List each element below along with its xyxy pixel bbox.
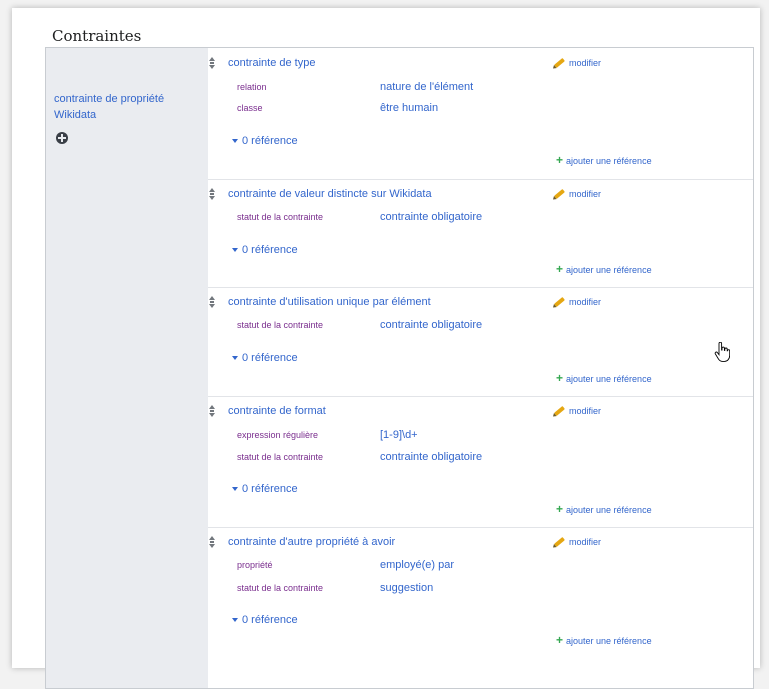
- statement-value[interactable]: contrainte d'utilisation unique par élém…: [228, 296, 431, 308]
- statement-group-property: contrainte de propriété Wikidata: [46, 48, 208, 688]
- plus-icon: +: [556, 633, 564, 647]
- references-toggle[interactable]: 0 référence: [232, 614, 298, 626]
- add-reference-button[interactable]: + ajouter une référence: [556, 633, 652, 647]
- references-toggle[interactable]: 0 référence: [232, 244, 298, 256]
- qualifier-value[interactable]: contrainte obligatoire: [380, 319, 482, 331]
- statement-value[interactable]: contrainte de type: [228, 57, 315, 69]
- qualifier-property[interactable]: expression régulière: [237, 430, 318, 440]
- add-reference-label: ajouter une référence: [566, 636, 652, 646]
- add-reference-button[interactable]: + ajouter une référence: [556, 371, 652, 385]
- pencil-icon: [554, 405, 565, 417]
- property-link[interactable]: contrainte de propriété Wikidata: [54, 91, 194, 123]
- qualifier-property[interactable]: classe: [237, 103, 263, 113]
- rank-selector-icon[interactable]: [209, 188, 215, 200]
- qualifier-property[interactable]: relation: [237, 82, 267, 92]
- qualifier-value[interactable]: nature de l'élément: [380, 81, 473, 93]
- references-label: 0 référence: [242, 244, 298, 256]
- qualifier-value[interactable]: [1-9]\d+: [380, 429, 418, 441]
- plus-icon: +: [556, 502, 564, 516]
- add-reference-label: ajouter une référence: [566, 505, 652, 515]
- statement-value[interactable]: contrainte de format: [228, 405, 326, 417]
- hand-cursor-icon: [714, 342, 730, 362]
- section-title: Contraintes: [52, 27, 142, 45]
- qualifier-value[interactable]: être humain: [380, 102, 438, 114]
- edit-button[interactable]: modifier: [554, 405, 602, 417]
- plus-icon: +: [556, 153, 564, 167]
- edit-label: modifier: [569, 406, 602, 416]
- globe-icon[interactable]: [56, 132, 68, 144]
- edit-button[interactable]: modifier: [554, 188, 602, 200]
- pencil-icon: [554, 188, 565, 200]
- edit-button[interactable]: modifier: [554, 296, 602, 308]
- references-toggle[interactable]: 0 référence: [232, 352, 298, 364]
- edit-label: modifier: [569, 297, 602, 307]
- qualifier-property[interactable]: statut de la contrainte: [237, 583, 323, 593]
- references-toggle[interactable]: 0 référence: [232, 483, 298, 495]
- statement-group: contrainte de propriété Wikidata contrai…: [45, 47, 754, 689]
- pencil-icon: [554, 296, 565, 308]
- statement: contrainte d'utilisation unique par élém…: [208, 287, 753, 397]
- statement: contrainte de valeur distincte sur Wikid…: [208, 179, 753, 288]
- statement-value[interactable]: contrainte de valeur distincte sur Wikid…: [228, 188, 432, 200]
- plus-icon: +: [556, 262, 564, 276]
- references-label: 0 référence: [242, 483, 298, 495]
- qualifier-value[interactable]: suggestion: [380, 582, 433, 594]
- add-reference-label: ajouter une référence: [566, 374, 652, 384]
- pencil-icon: [554, 536, 565, 548]
- rank-selector-icon[interactable]: [209, 296, 215, 308]
- page: Contraintes contrainte de propriété Wiki…: [12, 8, 760, 689]
- add-reference-button[interactable]: + ajouter une référence: [556, 262, 652, 276]
- edit-label: modifier: [569, 58, 602, 68]
- add-reference-button[interactable]: + ajouter une référence: [556, 502, 652, 516]
- rank-selector-icon[interactable]: [209, 405, 215, 417]
- caret-down-icon: [232, 356, 238, 361]
- caret-down-icon: [232, 139, 238, 144]
- caret-down-icon: [232, 248, 238, 253]
- qualifier-value[interactable]: contrainte obligatoire: [380, 211, 482, 223]
- references-toggle[interactable]: 0 référence: [232, 135, 298, 147]
- references-label: 0 référence: [242, 135, 298, 147]
- qualifier-property[interactable]: statut de la contrainte: [237, 212, 323, 222]
- references-label: 0 référence: [242, 614, 298, 626]
- qualifier-property[interactable]: statut de la contrainte: [237, 320, 323, 330]
- qualifier-property[interactable]: propriété: [237, 560, 273, 570]
- qualifier-value[interactable]: employé(e) par: [380, 559, 454, 571]
- add-reference-label: ajouter une référence: [566, 156, 652, 166]
- add-reference-label: ajouter une référence: [566, 265, 652, 275]
- plus-icon: +: [556, 371, 564, 385]
- rank-selector-icon[interactable]: [209, 536, 215, 548]
- qualifier-value[interactable]: contrainte obligatoire: [380, 451, 482, 463]
- references-label: 0 référence: [242, 352, 298, 364]
- statement-value[interactable]: contrainte d'autre propriété à avoir: [228, 536, 395, 548]
- edit-button[interactable]: modifier: [554, 57, 602, 69]
- rank-selector-icon[interactable]: [209, 57, 215, 69]
- edit-button[interactable]: modifier: [554, 536, 602, 548]
- caret-down-icon: [232, 618, 238, 623]
- add-reference-button[interactable]: + ajouter une référence: [556, 153, 652, 167]
- pencil-icon: [554, 57, 565, 69]
- edit-label: modifier: [569, 189, 602, 199]
- statement: contrainte d'autre propriété à avoir mod…: [208, 527, 753, 658]
- qualifier-property[interactable]: statut de la contrainte: [237, 452, 323, 462]
- statement: contrainte de format modifier expression…: [208, 396, 753, 528]
- caret-down-icon: [232, 487, 238, 492]
- edit-label: modifier: [569, 537, 602, 547]
- statement: contrainte de type modifier relation nat…: [208, 48, 753, 180]
